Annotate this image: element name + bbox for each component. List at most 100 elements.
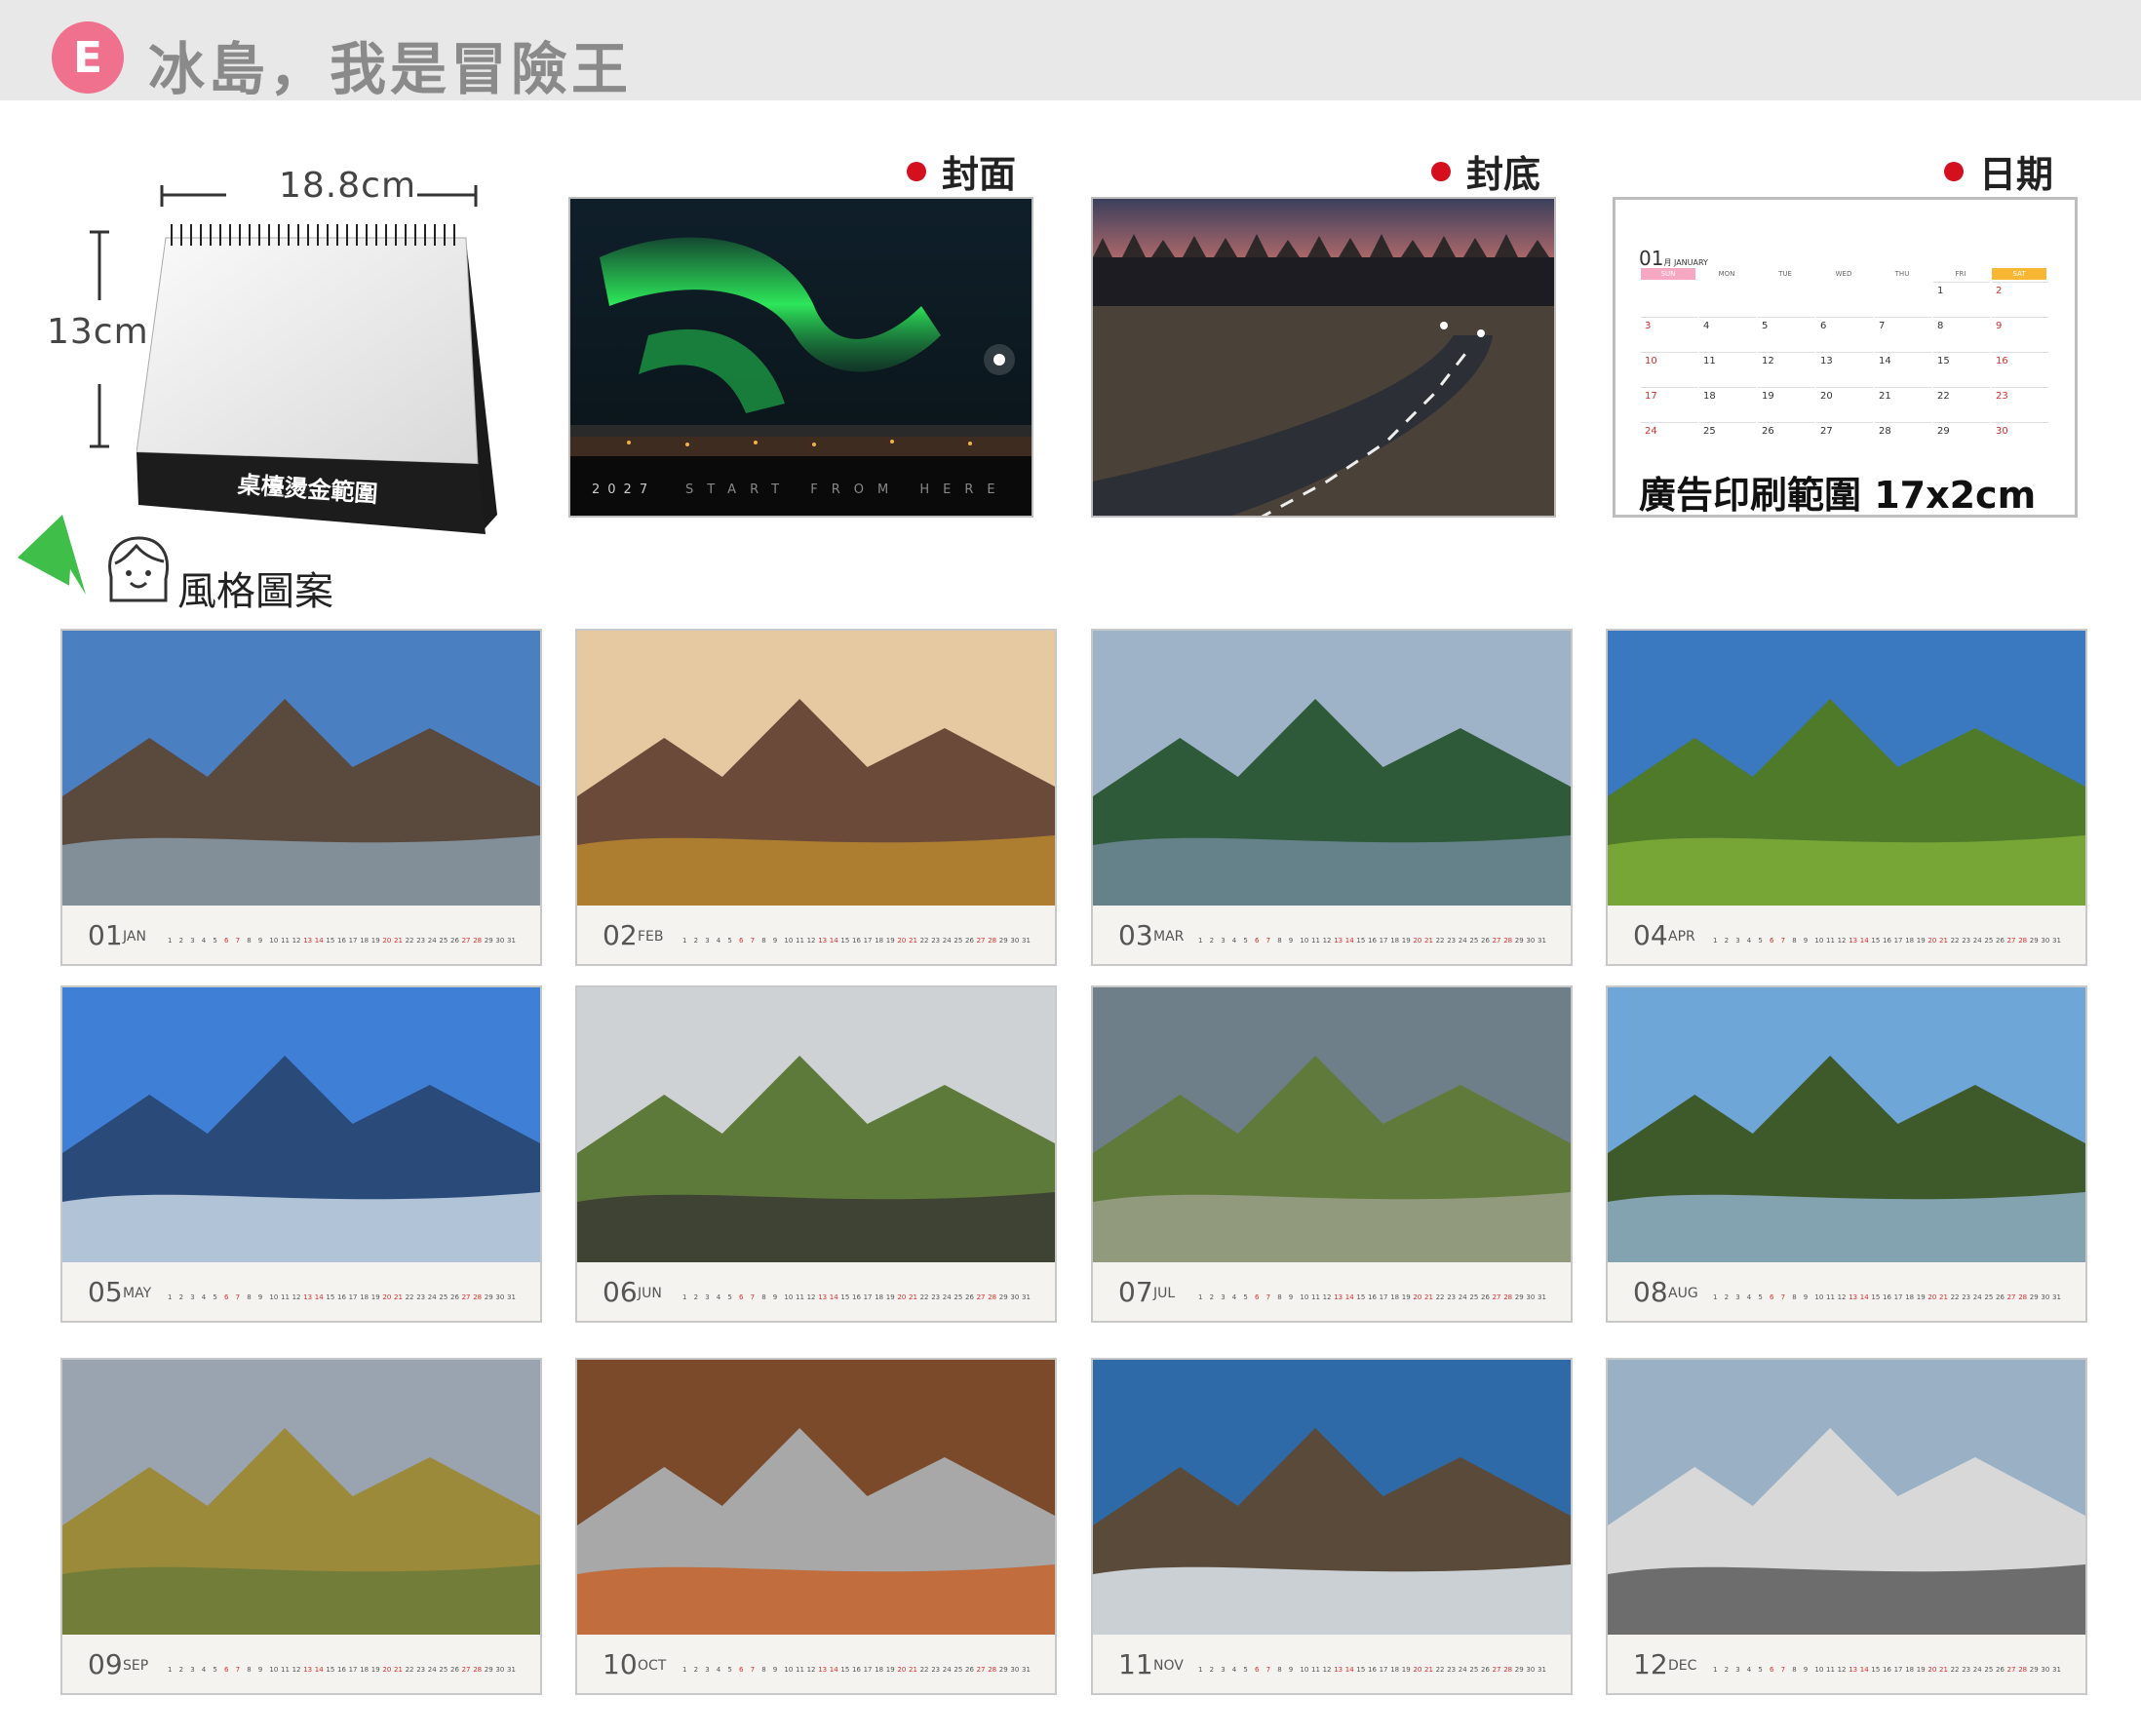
month-number: 02 <box>603 919 638 951</box>
date-cell: 26 <box>1758 422 1814 456</box>
month-date-strip: 08 AUG 1 2 3 4 5 6 7 8 9 10 11 12 13 14 15 16 17 18 19 20 21 22… <box>1608 1262 2085 1321</box>
height-label: 13cm <box>47 312 149 352</box>
month-abbreviation: MAR <box>1153 929 1185 945</box>
month-number: 05 <box>88 1276 123 1308</box>
date-cell: 9 <box>1992 317 2048 351</box>
date-cell: 20 <box>1816 387 1873 421</box>
month-landscape-photo <box>62 631 540 907</box>
back-label: 封底 <box>1431 144 1540 198</box>
weekday-mon: MON <box>1718 270 1735 278</box>
weekday-sat: SAT <box>1992 268 2046 280</box>
date-cell: 13 <box>1816 352 1873 386</box>
date-page-month-number: 01 <box>1639 247 1664 270</box>
date-cell: 27 <box>1816 422 1873 456</box>
month-page: 09 SEP 1 2 3 4 5 6 7 8 9 10 11 12 13 14 15 16 17 18 19 20 21 22… <box>60 1358 542 1695</box>
aurora-photo: 2027 START FROM HERE <box>570 199 1032 516</box>
month-day-row: 1 2 3 4 5 6 7 8 9 10 11 12 13 14 15 16 17 18 19 20 21 22 23 24 2… <box>1713 1293 2061 1301</box>
month-abbreviation: JUN <box>638 1286 662 1301</box>
date-cell: 6 <box>1816 317 1873 351</box>
month-page: 05 MAY 1 2 3 4 5 6 7 8 9 10 11 12 13 14 15 16 17 18 19 20 21 22… <box>60 985 542 1323</box>
date-page-month: 01月 JANUARY <box>1639 247 1708 270</box>
date-cell: 4 <box>1699 317 1756 351</box>
cover-year: 2027 <box>592 482 655 497</box>
month-date-strip: 04 APR 1 2 3 4 5 6 7 8 9 10 11 12 13 14 15 16 17 18 19 20 21 22… <box>1608 906 2085 964</box>
month-abbreviation: APR <box>1668 929 1695 945</box>
date-cell: 29 <box>1933 422 1990 456</box>
month-date-strip: 11 NOV 1 2 3 4 5 6 7 8 9 10 11 12 13 14 15 16 17 18 19 20 21 22… <box>1093 1635 1571 1693</box>
month-page: 07 JUL 1 2 3 4 5 6 7 8 9 10 11 12 13 14 15 16 17 18 19 20 21 22… <box>1091 985 1573 1323</box>
date-cell: 30 <box>1992 422 2048 456</box>
month-number: 11 <box>1118 1648 1153 1680</box>
month-day-row: 1 2 3 4 5 6 7 8 9 10 11 12 13 14 15 16 17 18 19 20 21 22 23 24 2… <box>1713 937 2061 945</box>
section-badge: E <box>52 21 124 94</box>
month-page: 01 JAN 1 2 3 4 5 6 7 8 9 10 11 12 13 14 15 16 17 18 19 20 21 22… <box>60 629 542 966</box>
weekday-tue: TUE <box>1778 270 1792 278</box>
month-number: 12 <box>1633 1648 1668 1680</box>
month-date-strip: 06 JUN 1 2 3 4 5 6 7 8 9 10 11 12 13 14 15 16 17 18 19 20 21 22… <box>577 1262 1055 1321</box>
date-cell: 23 <box>1992 387 2048 421</box>
date-cell: 7 <box>1875 317 1931 351</box>
month-date-strip: 01 JAN 1 2 3 4 5 6 7 8 9 10 11 12 13 14 15 16 17 18 19 20 21 22… <box>62 906 540 964</box>
month-landscape-photo <box>577 631 1055 907</box>
road-dusk-photo <box>1093 199 1554 516</box>
month-day-row: 1 2 3 4 5 6 7 8 9 10 11 12 13 14 15 16 17 18 19 20 21 22 23 24 2… <box>1198 937 1546 945</box>
month-number: 03 <box>1118 919 1153 951</box>
month-number: 10 <box>603 1648 638 1680</box>
month-day-row: 1 2 3 4 5 6 7 8 9 10 11 12 13 14 15 16 17 18 19 20 21 22 23 24 2… <box>1198 1666 1546 1674</box>
month-abbreviation: FEB <box>638 929 664 945</box>
month-number: 04 <box>1633 919 1668 951</box>
month-page: 10 OCT 1 2 3 4 5 6 7 8 9 10 11 12 13 14 15 16 17 18 19 20 21 22… <box>575 1358 1057 1695</box>
date-cell: 18 <box>1699 387 1756 421</box>
month-abbreviation: AUG <box>1668 1286 1698 1301</box>
month-number: 09 <box>88 1648 123 1680</box>
date-page-month-name: 月 JANUARY <box>1663 258 1708 267</box>
date-cell: 28 <box>1875 422 1931 456</box>
month-day-row: 1 2 3 4 5 6 7 8 9 10 11 12 13 14 15 16 17 18 19 20 21 22 23 24 2… <box>682 1666 1031 1674</box>
month-landscape-photo <box>1093 1360 1571 1637</box>
date-label-text: 日期 <box>1979 153 2054 196</box>
cover-preview: 2027 START FROM HERE <box>568 197 1033 518</box>
month-day-row: 1 2 3 4 5 6 7 8 9 10 11 12 13 14 15 16 17 18 19 20 21 22 23 24 2… <box>1198 1293 1546 1301</box>
weekday-fri: FRI <box>1955 270 1966 278</box>
month-page: 12 DEC 1 2 3 4 5 6 7 8 9 10 11 12 13 14 15 16 17 18 19 20 21 22… <box>1606 1358 2087 1695</box>
weekday-wed: WED <box>1835 270 1852 278</box>
red-dot-icon <box>1431 161 1451 181</box>
month-landscape-photo <box>1093 987 1571 1264</box>
date-cell: 5 <box>1758 317 1814 351</box>
month-page: 11 NOV 1 2 3 4 5 6 7 8 9 10 11 12 13 14 15 16 17 18 19 20 21 22… <box>1091 1358 1573 1695</box>
date-cell: 19 <box>1758 387 1814 421</box>
month-date-strip: 07 JUL 1 2 3 4 5 6 7 8 9 10 11 12 13 14 15 16 17 18 19 20 21 22… <box>1093 1262 1571 1321</box>
month-landscape-photo <box>1093 631 1571 907</box>
month-number: 08 <box>1633 1276 1668 1308</box>
date-cell: 1 <box>1933 282 1990 316</box>
month-landscape-photo <box>577 987 1055 1264</box>
girl-face-icon <box>108 536 169 602</box>
date-cell: 22 <box>1933 387 1990 421</box>
month-landscape-photo <box>577 1360 1055 1637</box>
month-day-row: 1 2 3 4 5 6 7 8 9 10 11 12 13 14 15 16 17 18 19 20 21 22 23 24 2… <box>168 937 516 945</box>
red-dot-icon <box>907 161 926 181</box>
month-date-strip: 12 DEC 1 2 3 4 5 6 7 8 9 10 11 12 13 14 15 16 17 18 19 20 21 22… <box>1608 1635 2085 1693</box>
cover-label-text: 封面 <box>942 153 1017 196</box>
date-label: 日期 <box>1944 144 2053 198</box>
month-date-strip: 05 MAY 1 2 3 4 5 6 7 8 9 10 11 12 13 14 15 16 17 18 19 20 21 22… <box>62 1262 540 1321</box>
month-day-row: 1 2 3 4 5 6 7 8 9 10 11 12 13 14 15 16 17 18 19 20 21 22 23 24 2… <box>168 1666 516 1674</box>
red-dot-icon <box>1944 161 1964 181</box>
month-date-strip: 03 MAR 1 2 3 4 5 6 7 8 9 10 11 12 13 14 15 16 17 18 19 20 21 22… <box>1093 906 1571 964</box>
month-landscape-photo <box>1608 987 2085 1264</box>
month-abbreviation: OCT <box>638 1658 667 1674</box>
month-landscape-photo <box>62 1360 540 1637</box>
style-label: 風格圖案 <box>177 569 333 614</box>
month-page: 08 AUG 1 2 3 4 5 6 7 8 9 10 11 12 13 14 15 16 17 18 19 20 21 22… <box>1606 985 2087 1323</box>
date-cell: 8 <box>1933 317 1990 351</box>
date-cell: 21 <box>1875 387 1931 421</box>
month-abbreviation: DEC <box>1668 1658 1697 1674</box>
date-cell: 24 <box>1641 422 1697 456</box>
width-label: 18.8cm <box>279 166 417 206</box>
month-abbreviation: MAY <box>123 1286 152 1301</box>
date-cell: 17 <box>1641 387 1697 421</box>
month-abbreviation: JAN <box>123 929 146 945</box>
month-landscape-photo <box>62 987 540 1264</box>
month-day-row: 1 2 3 4 5 6 7 8 9 10 11 12 13 14 15 16 17 18 19 20 21 22 23 24 2… <box>682 937 1031 945</box>
month-date-strip: 09 SEP 1 2 3 4 5 6 7 8 9 10 11 12 13 14 15 16 17 18 19 20 21 22… <box>62 1635 540 1693</box>
